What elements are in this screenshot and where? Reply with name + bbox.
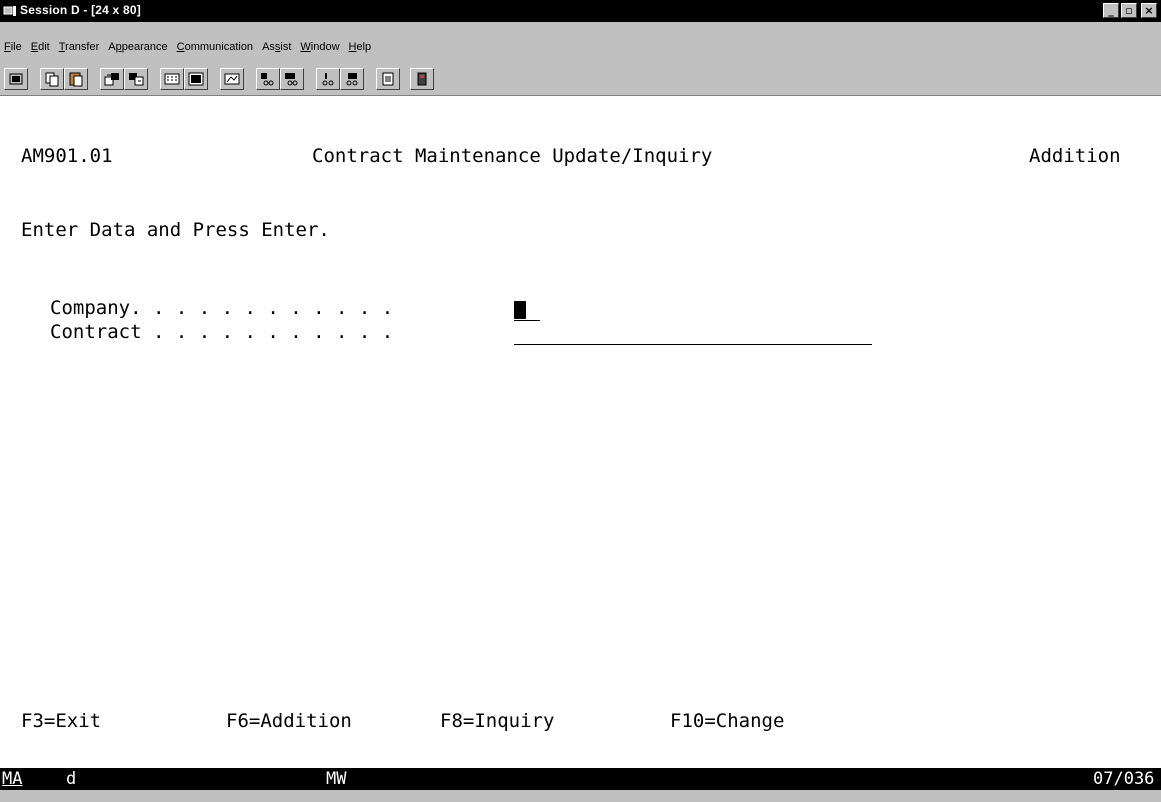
status-indicator: MA	[2, 769, 23, 789]
macro-icon[interactable]	[220, 68, 244, 90]
fkey-inquiry[interactable]: F8=Inquiry	[440, 710, 554, 732]
title-bar: Session D - [24 x 80] _ ▫ ×	[0, 0, 1161, 22]
close-button[interactable]: ×	[1141, 3, 1157, 18]
pause-macro-icon[interactable]	[340, 68, 364, 90]
menu-window[interactable]: Window	[300, 41, 339, 53]
receive-file-icon[interactable]	[124, 68, 148, 90]
app-icon[interactable]	[3, 4, 17, 18]
fkey-addition[interactable]: F6=Addition	[226, 710, 352, 732]
paste-icon[interactable]	[64, 68, 88, 90]
menu-file[interactable]: File	[4, 41, 22, 53]
terminal-screen[interactable]: AM901.01 Contract Maintenance Update/Inq…	[0, 96, 1161, 764]
keypad-icon[interactable]	[160, 68, 184, 90]
menu-help[interactable]: Help	[349, 41, 372, 53]
maximize-button[interactable]: ▫	[1121, 3, 1137, 18]
stop-macro-icon[interactable]	[316, 68, 340, 90]
menu-communication[interactable]: Communication	[177, 41, 253, 53]
message-waiting-indicator: MW	[326, 769, 347, 789]
menu-bar: File Edit Transfer Appearance Communicat…	[0, 36, 1161, 58]
contract-field-underline	[514, 344, 872, 345]
display-icon[interactable]	[184, 68, 208, 90]
text-cursor	[514, 301, 526, 319]
fkey-exit[interactable]: F3=Exit	[21, 710, 101, 732]
company-field-underline	[514, 320, 540, 321]
send-file-icon[interactable]	[100, 68, 124, 90]
clipboard-icon[interactable]	[376, 68, 400, 90]
record-macro-icon[interactable]	[280, 68, 304, 90]
menubar-spacer	[0, 22, 1161, 36]
copy-icon[interactable]	[40, 68, 64, 90]
play-macro-icon[interactable]	[256, 68, 280, 90]
status-bar: MA d MW 07/036	[0, 768, 1161, 790]
window-bottom-edge	[0, 790, 1161, 802]
print-screen-icon[interactable]	[4, 68, 28, 90]
program-id: AM901.01	[21, 145, 113, 167]
mode-label: Addition	[1029, 145, 1121, 167]
minimize-button[interactable]: _	[1103, 3, 1119, 18]
exit-icon[interactable]	[410, 68, 434, 90]
menu-transfer[interactable]: Transfer	[59, 41, 100, 53]
toolbar	[0, 58, 1161, 96]
menu-appearance[interactable]: Appearance	[108, 41, 167, 53]
menu-assist[interactable]: Assist	[262, 41, 291, 53]
instruction-text: Enter Data and Press Enter.	[21, 219, 330, 241]
window-controls: _ ▫ ×	[1103, 3, 1157, 18]
fkey-change[interactable]: F10=Change	[670, 710, 784, 732]
session-indicator: d	[66, 769, 77, 789]
cursor-position: 07/036	[1093, 769, 1155, 789]
window-title: Session D - [24 x 80]	[20, 3, 141, 17]
company-label: Company. . . . . . . . . . . .	[50, 297, 394, 319]
contract-label: Contract . . . . . . . . . . .	[50, 321, 394, 343]
screen-title: Contract Maintenance Update/Inquiry	[312, 145, 713, 167]
menu-edit[interactable]: Edit	[31, 41, 50, 53]
